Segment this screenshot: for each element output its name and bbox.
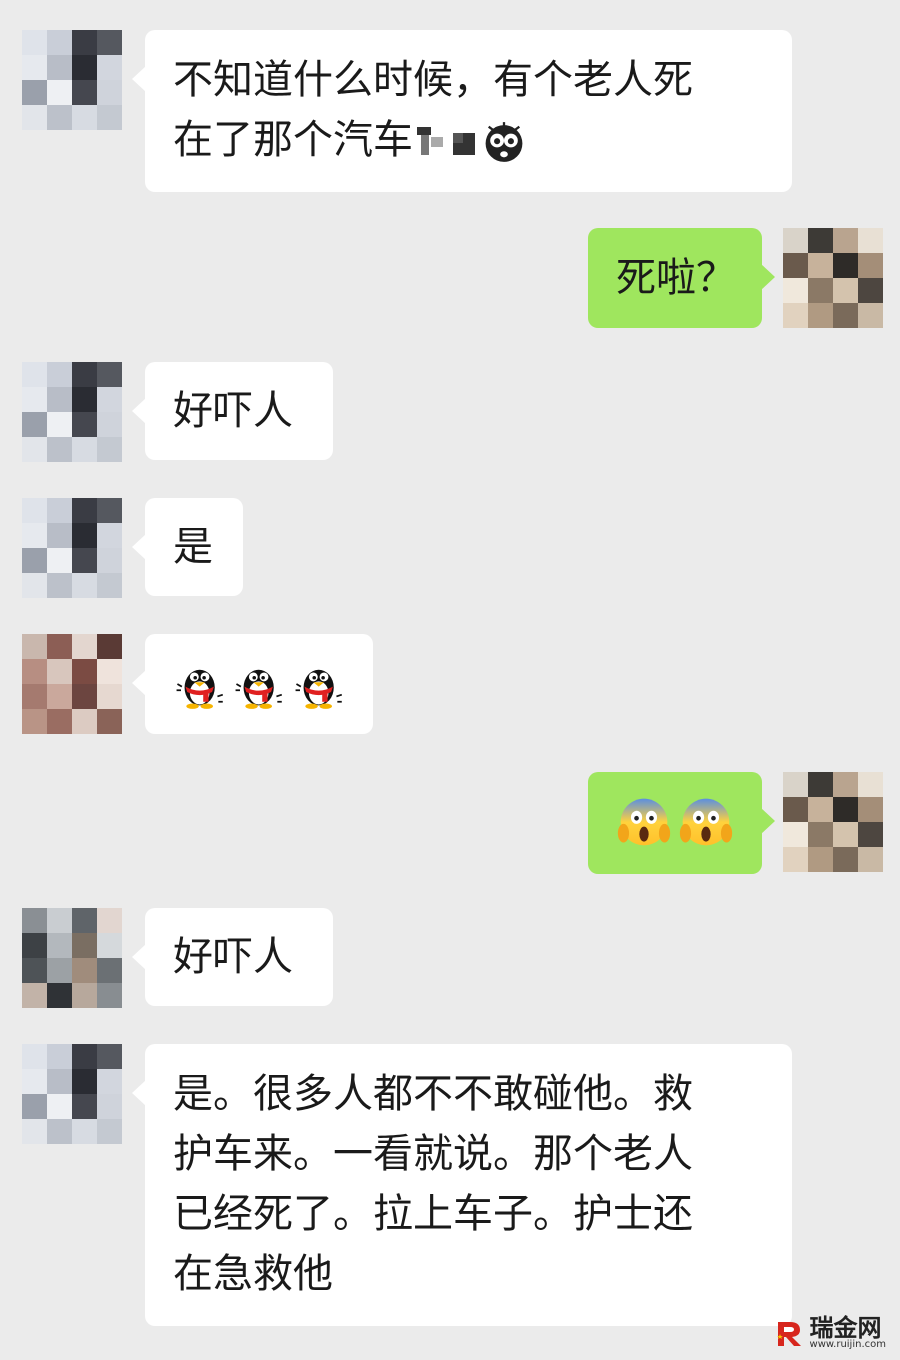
message-text: 护车来。一看就说。那个老人 xyxy=(173,1131,693,1177)
screaming-face-emoji xyxy=(616,794,672,850)
contact-avatar[interactable] xyxy=(22,1044,122,1144)
message-text: 好吓人 xyxy=(173,388,293,434)
penguin-emoji xyxy=(292,656,345,712)
shocked-face-emoji xyxy=(481,119,527,165)
message-text: 死啦？ xyxy=(616,255,736,301)
my-avatar[interactable] xyxy=(783,772,883,872)
ruijin-logo-icon xyxy=(776,1322,801,1346)
message-text: 不知道什么时候，有个老人死 xyxy=(173,57,693,103)
message-bubble[interactable] xyxy=(132,634,373,734)
contact-avatar[interactable] xyxy=(22,908,122,1008)
message-text: 已经死了。拉上车子。护士还 xyxy=(173,1191,693,1237)
message-bubble[interactable]: 不知道什么时候，有个老人死 在了那个汽车 xyxy=(132,30,792,192)
message-bubble[interactable]: 好吓人 xyxy=(132,908,333,1006)
message-text: 是 xyxy=(173,524,213,570)
contact-avatar[interactable] xyxy=(22,30,122,130)
message-bubble[interactable]: 好吓人 xyxy=(132,362,333,460)
penguin-emoji xyxy=(232,656,285,712)
message-bubble[interactable]: 是。很多人都不不敢碰他。救 护车来。一看就说。那个老人 已经死了。拉上车子。护士… xyxy=(132,1044,792,1326)
message-text: 在急救他 xyxy=(173,1251,333,1297)
message-text: 在了那个汽车 xyxy=(173,117,413,163)
message-text-line: 在了那个汽车 xyxy=(173,110,764,170)
watermark-url: www.ruijin.com xyxy=(809,1339,886,1350)
emoji-row xyxy=(616,792,734,852)
chat-screen: 不知道什么时候，有个老人死 在了那个汽车 死啦？ 好吓人 是 好吓人 是。很多人… xyxy=(0,0,900,1360)
message-text: 好吓人 xyxy=(173,934,293,980)
screaming-face-emoji xyxy=(678,794,734,850)
contact-avatar[interactable] xyxy=(22,498,122,598)
message-bubble[interactable]: 是 xyxy=(132,498,243,596)
emoji-row xyxy=(173,654,345,714)
censored-block xyxy=(453,133,475,155)
penguin-emoji xyxy=(173,656,226,712)
message-bubble[interactable]: 死啦？ xyxy=(588,228,775,328)
my-avatar[interactable] xyxy=(783,228,883,328)
contact-avatar[interactable] xyxy=(22,634,122,734)
contact-avatar[interactable] xyxy=(22,362,122,462)
censored-block xyxy=(417,127,443,155)
message-text: 是。很多人都不不敢碰他。救 xyxy=(173,1071,693,1117)
message-bubble[interactable] xyxy=(588,772,775,874)
watermark-name: 瑞金网 xyxy=(809,1314,882,1342)
site-watermark: 瑞金网 www.ruijin.com xyxy=(772,1316,886,1350)
